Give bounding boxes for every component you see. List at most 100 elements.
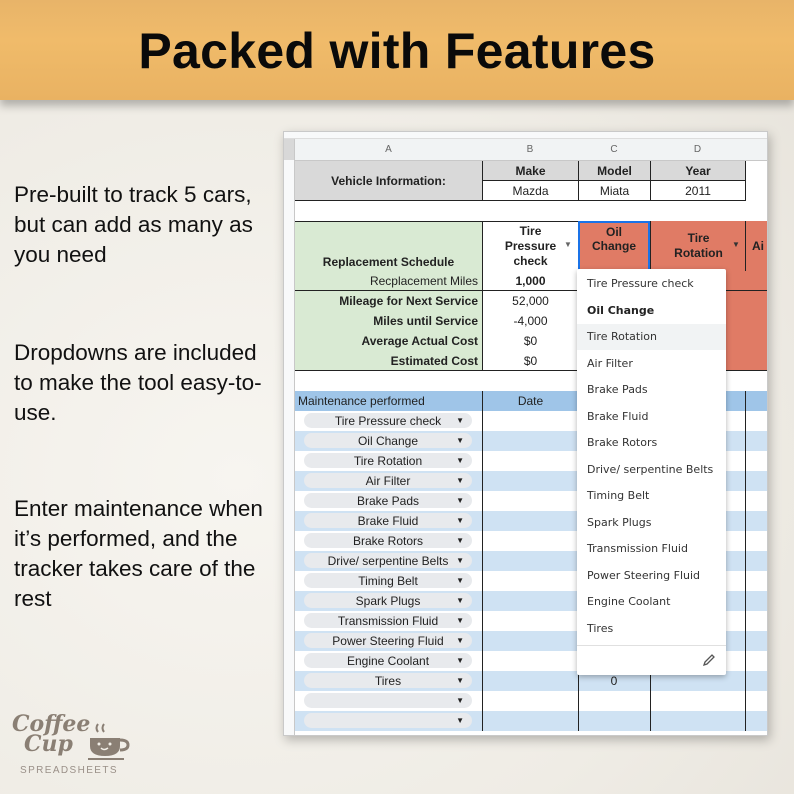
date-cell[interactable] bbox=[482, 471, 578, 491]
column-header-b[interactable]: B bbox=[482, 139, 579, 161]
log-cell-e[interactable] bbox=[745, 511, 767, 531]
dropdown-arrow-icon: ▼ bbox=[456, 456, 464, 465]
year-value[interactable]: 2011 bbox=[650, 181, 746, 201]
log-cell-e[interactable] bbox=[745, 471, 767, 491]
log-header-e bbox=[745, 391, 767, 411]
maintenance-type-dropdown[interactable]: Air Filter ▼ bbox=[304, 473, 472, 488]
log-cell-e[interactable] bbox=[745, 571, 767, 591]
dropdown-option[interactable]: Air Filter bbox=[577, 351, 726, 377]
log-cell-c[interactable] bbox=[578, 691, 650, 711]
maintenance-type-dropdown[interactable]: Brake Rotors ▼ bbox=[304, 533, 472, 548]
dropdown-option[interactable]: Oil Change bbox=[577, 298, 726, 324]
log-cell-e[interactable] bbox=[745, 671, 767, 691]
maintenance-type-dropdown[interactable]: ▼ bbox=[304, 713, 472, 728]
log-cell-e[interactable] bbox=[745, 491, 767, 511]
log-cell-e[interactable] bbox=[745, 691, 767, 711]
date-cell[interactable] bbox=[482, 711, 578, 731]
year-header: Year bbox=[650, 161, 746, 181]
dropdown-option[interactable]: Tire Rotation bbox=[577, 324, 726, 350]
coffee-cup-icon bbox=[88, 723, 130, 760]
dropdown-option[interactable]: Tires bbox=[577, 616, 726, 642]
date-cell[interactable] bbox=[482, 611, 578, 631]
dropdown-menu: Tire Pressure check Oil Change Tire Rotati… bbox=[577, 269, 726, 675]
maintenance-type-dropdown[interactable]: Tires ▼ bbox=[304, 673, 472, 688]
maintenance-type-label: Brake Fluid bbox=[357, 513, 419, 528]
log-cell-e[interactable] bbox=[745, 651, 767, 671]
maintenance-type-label: Drive/ serpentine Belts bbox=[327, 553, 449, 568]
log-cell-e[interactable] bbox=[745, 591, 767, 611]
dropdown-option[interactable]: Drive/ serpentine Belts bbox=[577, 457, 726, 483]
replacement-miles-value[interactable]: 1,000 bbox=[482, 271, 578, 291]
maintenance-type-dropdown[interactable]: Tire Rotation ▼ bbox=[304, 453, 472, 468]
maintenance-type-label: Timing Belt bbox=[358, 573, 418, 588]
service-header-air-filter[interactable]: Ai bbox=[745, 221, 767, 271]
maintenance-type-dropdown[interactable]: Engine Coolant ▼ bbox=[304, 653, 472, 668]
date-cell[interactable] bbox=[482, 451, 578, 471]
model-value[interactable]: Miata bbox=[578, 181, 650, 201]
log-cell-e[interactable] bbox=[745, 631, 767, 651]
log-cell-e[interactable] bbox=[745, 551, 767, 571]
date-cell[interactable] bbox=[482, 551, 578, 571]
maintenance-type-dropdown[interactable]: Transmission Fluid ▼ bbox=[304, 613, 472, 628]
metric-label: Average Actual Cost bbox=[361, 334, 478, 348]
log-cell-d[interactable] bbox=[650, 691, 746, 711]
dropdown-option[interactable]: Timing Belt bbox=[577, 483, 726, 509]
date-cell[interactable] bbox=[482, 531, 578, 551]
date-cell[interactable] bbox=[482, 431, 578, 451]
log-cell-e[interactable] bbox=[745, 711, 767, 731]
filter-dropdown-arrow-icon[interactable]: ▼ bbox=[564, 240, 572, 249]
log-cell-e[interactable] bbox=[745, 431, 767, 451]
column-header-e[interactable] bbox=[745, 139, 767, 161]
maintenance-type-label: Brake Rotors bbox=[352, 533, 424, 548]
column-header-a[interactable]: A bbox=[295, 139, 483, 161]
filter-dropdown-arrow-icon[interactable]: ▼ bbox=[732, 240, 740, 249]
date-cell[interactable] bbox=[482, 591, 578, 611]
date-cell[interactable] bbox=[482, 631, 578, 651]
log-cell-e[interactable] bbox=[745, 411, 767, 431]
maintenance-type-dropdown[interactable]: Brake Pads ▼ bbox=[304, 493, 472, 508]
maintenance-type-dropdown[interactable]: Oil Change ▼ bbox=[304, 433, 472, 448]
metric-label: Miles until Service bbox=[373, 314, 478, 328]
metric-value: -4,000 bbox=[513, 314, 548, 328]
dropdown-option[interactable]: Spark Plugs bbox=[577, 510, 726, 536]
log-cell-e[interactable] bbox=[745, 451, 767, 471]
column-header-d[interactable]: D bbox=[650, 139, 746, 161]
dropdown-option[interactable]: Brake Rotors bbox=[577, 430, 726, 456]
maintenance-type-dropdown[interactable]: Brake Fluid ▼ bbox=[304, 513, 472, 528]
service-metrics-labels: Mileage for Next Service Miles until Ser… bbox=[295, 291, 482, 371]
maintenance-type-dropdown[interactable]: Spark Plugs ▼ bbox=[304, 593, 472, 608]
log-cell-d[interactable] bbox=[650, 711, 746, 731]
service-header-oil-change-editing[interactable]: Oil Change bbox=[578, 221, 650, 271]
dropdown-option[interactable]: Tire Pressure check bbox=[577, 271, 726, 297]
log-cell-e[interactable] bbox=[745, 611, 767, 631]
date-cell[interactable] bbox=[482, 511, 578, 531]
date-cell[interactable] bbox=[482, 691, 578, 711]
date-cell[interactable] bbox=[482, 651, 578, 671]
maintenance-type-dropdown[interactable]: ▼ bbox=[304, 693, 472, 708]
maintenance-type-dropdown[interactable]: Power Steering Fluid ▼ bbox=[304, 633, 472, 648]
dropdown-option[interactable]: Engine Coolant bbox=[577, 589, 726, 615]
log-cell-c[interactable] bbox=[578, 711, 650, 731]
dropdown-arrow-icon: ▼ bbox=[456, 616, 464, 625]
dropdown-option[interactable]: Brake Pads bbox=[577, 377, 726, 403]
dropdown-option[interactable]: Brake Fluid bbox=[577, 404, 726, 430]
replacement-miles-label: Recplacement Miles bbox=[295, 271, 482, 291]
log-cell-e[interactable] bbox=[745, 531, 767, 551]
maintenance-type-dropdown[interactable]: Timing Belt ▼ bbox=[304, 573, 472, 588]
date-cell[interactable] bbox=[482, 491, 578, 511]
date-cell[interactable] bbox=[482, 571, 578, 591]
column-header-c[interactable]: C bbox=[578, 139, 651, 161]
maintenance-type-dropdown[interactable]: Tire Pressure check ▼ bbox=[304, 413, 472, 428]
dropdown-option[interactable]: Power Steering Fluid bbox=[577, 563, 726, 589]
date-header: Date bbox=[482, 391, 578, 411]
pencil-icon[interactable] bbox=[702, 653, 716, 667]
service-metrics-values: 52,000 -4,000 $0 $0 bbox=[482, 291, 578, 371]
select-all-corner[interactable] bbox=[284, 139, 294, 160]
make-value[interactable]: Mazda bbox=[482, 181, 578, 201]
dropdown-arrow-icon: ▼ bbox=[456, 596, 464, 605]
metric-value: 52,000 bbox=[512, 294, 549, 308]
dropdown-option[interactable]: Transmission Fluid bbox=[577, 536, 726, 562]
date-cell[interactable] bbox=[482, 671, 578, 691]
maintenance-type-dropdown[interactable]: Drive/ serpentine Belts ▼ bbox=[304, 553, 472, 568]
date-cell[interactable] bbox=[482, 411, 578, 431]
